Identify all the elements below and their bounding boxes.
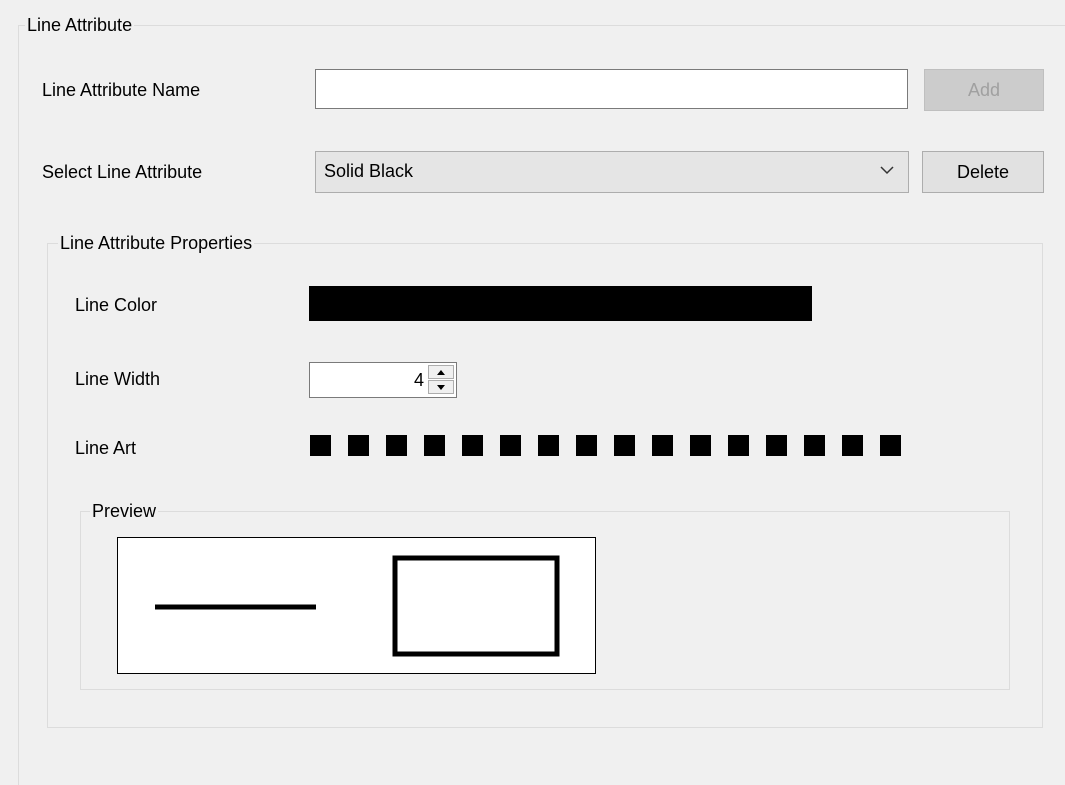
- line-art-dash: [652, 435, 673, 456]
- line-art-dash: [538, 435, 559, 456]
- line-art-dash: [386, 435, 407, 456]
- spin-down-button[interactable]: [428, 380, 454, 394]
- line-art-dash: [766, 435, 787, 456]
- line-attribute-name-input[interactable]: [315, 69, 908, 109]
- line-attribute-properties-title: Line Attribute Properties: [58, 232, 255, 254]
- preview-title: Preview: [90, 500, 159, 522]
- spin-up-button[interactable]: [428, 365, 454, 379]
- line-art-dash: [842, 435, 863, 456]
- delete-button[interactable]: Delete: [922, 151, 1044, 193]
- preview-drawing: [155, 555, 560, 657]
- line-width-spinner[interactable]: 4: [309, 362, 457, 398]
- preview-canvas: [117, 537, 596, 674]
- line-art-dash: [424, 435, 445, 456]
- line-art-label: Line Art: [75, 438, 137, 458]
- line-art-dash: [462, 435, 483, 456]
- line-width-label: Line Width: [75, 369, 161, 389]
- select-line-attribute-label: Select Line Attribute: [42, 162, 203, 182]
- line-color-label: Line Color: [75, 295, 158, 315]
- line-attribute-name-label: Line Attribute Name: [42, 80, 201, 100]
- chevron-down-icon: [880, 166, 894, 175]
- line-width-value: 4: [413, 370, 424, 390]
- line-art-dash: [880, 435, 901, 456]
- line-art-dash: [500, 435, 521, 456]
- line-art-dash: [310, 435, 331, 456]
- line-attribute-group-title: Line Attribute: [25, 14, 135, 36]
- add-button[interactable]: Add: [924, 69, 1044, 111]
- line-art-dash: [348, 435, 369, 456]
- preview-rectangle: [392, 555, 560, 657]
- arrow-up-icon: [437, 369, 445, 375]
- line-art-dash: [614, 435, 635, 456]
- arrow-down-icon: [437, 384, 445, 390]
- line-art-dash: [576, 435, 597, 456]
- select-line-attribute-dropdown[interactable]: Solid Black: [315, 151, 909, 193]
- line-color-swatch[interactable]: [309, 286, 812, 321]
- line-art-dash: [804, 435, 825, 456]
- line-art-dash: [728, 435, 749, 456]
- selected-attribute-value: Solid Black: [324, 161, 414, 181]
- line-art-dash: [690, 435, 711, 456]
- line-art-pattern[interactable]: [310, 435, 905, 456]
